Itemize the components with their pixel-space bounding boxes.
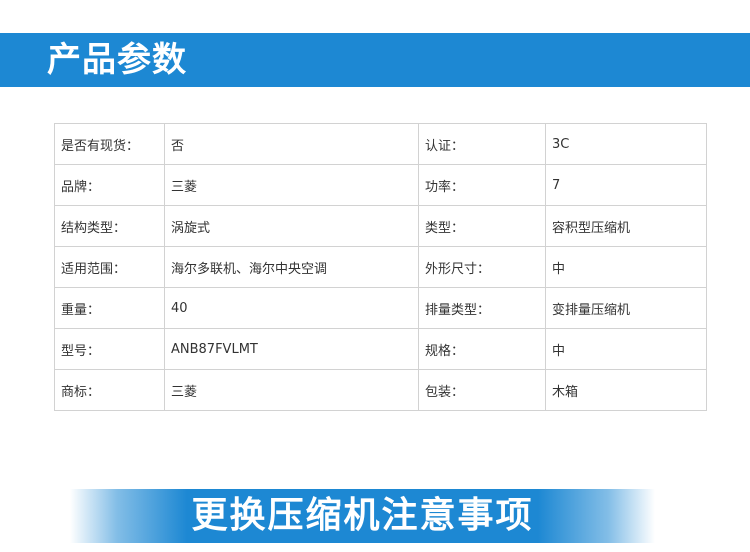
param-value: 7 — [545, 164, 707, 206]
param-label: 认证： — [418, 123, 546, 165]
param-label: 适用范围： — [54, 246, 165, 288]
table-row: 商标： 三菱 包装： 木箱 — [54, 369, 707, 411]
param-label: 结构类型： — [54, 205, 165, 247]
param-label: 规格： — [418, 328, 546, 370]
param-label: 包装： — [418, 369, 546, 411]
param-value: 三菱 — [164, 164, 419, 206]
table-row: 品牌： 三菱 功率： 7 — [54, 164, 707, 206]
param-value: 3C — [545, 123, 707, 165]
product-params-table: 是否有现货： 否 认证： 3C 品牌： 三菱 功率： 7 结构类型： 涡旋式 类… — [54, 123, 707, 411]
param-label: 重量： — [54, 287, 165, 329]
table-row: 结构类型： 涡旋式 类型： 容积型压缩机 — [54, 205, 707, 247]
table-row: 是否有现货： 否 认证： 3C — [54, 123, 707, 165]
table-row: 重量： 40 排量类型： 变排量压缩机 — [54, 287, 707, 329]
param-value: 三菱 — [164, 369, 419, 411]
notice-title: 更换压缩机注意事项 — [191, 495, 534, 536]
param-label: 商标： — [54, 369, 165, 411]
param-label: 品牌： — [54, 164, 165, 206]
table-row: 型号： ANB87FVLMT 规格： 中 — [54, 328, 707, 370]
param-label: 外形尺寸： — [418, 246, 546, 288]
param-value: 中 — [545, 246, 707, 288]
param-label: 类型： — [418, 205, 546, 247]
param-label: 是否有现货： — [54, 123, 165, 165]
param-value: 否 — [164, 123, 419, 165]
param-label: 功率： — [418, 164, 546, 206]
param-value: 涡旋式 — [164, 205, 419, 247]
param-value: 40 — [164, 287, 419, 329]
table-row: 适用范围： 海尔多联机、海尔中央空调 外形尺寸： 中 — [54, 246, 707, 288]
param-label: 排量类型： — [418, 287, 546, 329]
param-value: 海尔多联机、海尔中央空调 — [164, 246, 419, 288]
section-title: 产品参数 — [47, 40, 187, 80]
param-value: 中 — [545, 328, 707, 370]
param-value: ANB87FVLMT — [164, 328, 419, 370]
param-value: 容积型压缩机 — [545, 205, 707, 247]
param-value: 木箱 — [545, 369, 707, 411]
page: 产品参数 是否有现货： 否 认证： 3C 品牌： 三菱 功率： 7 结构类型： … — [0, 0, 750, 552]
param-label: 型号： — [54, 328, 165, 370]
param-value: 变排量压缩机 — [545, 287, 707, 329]
